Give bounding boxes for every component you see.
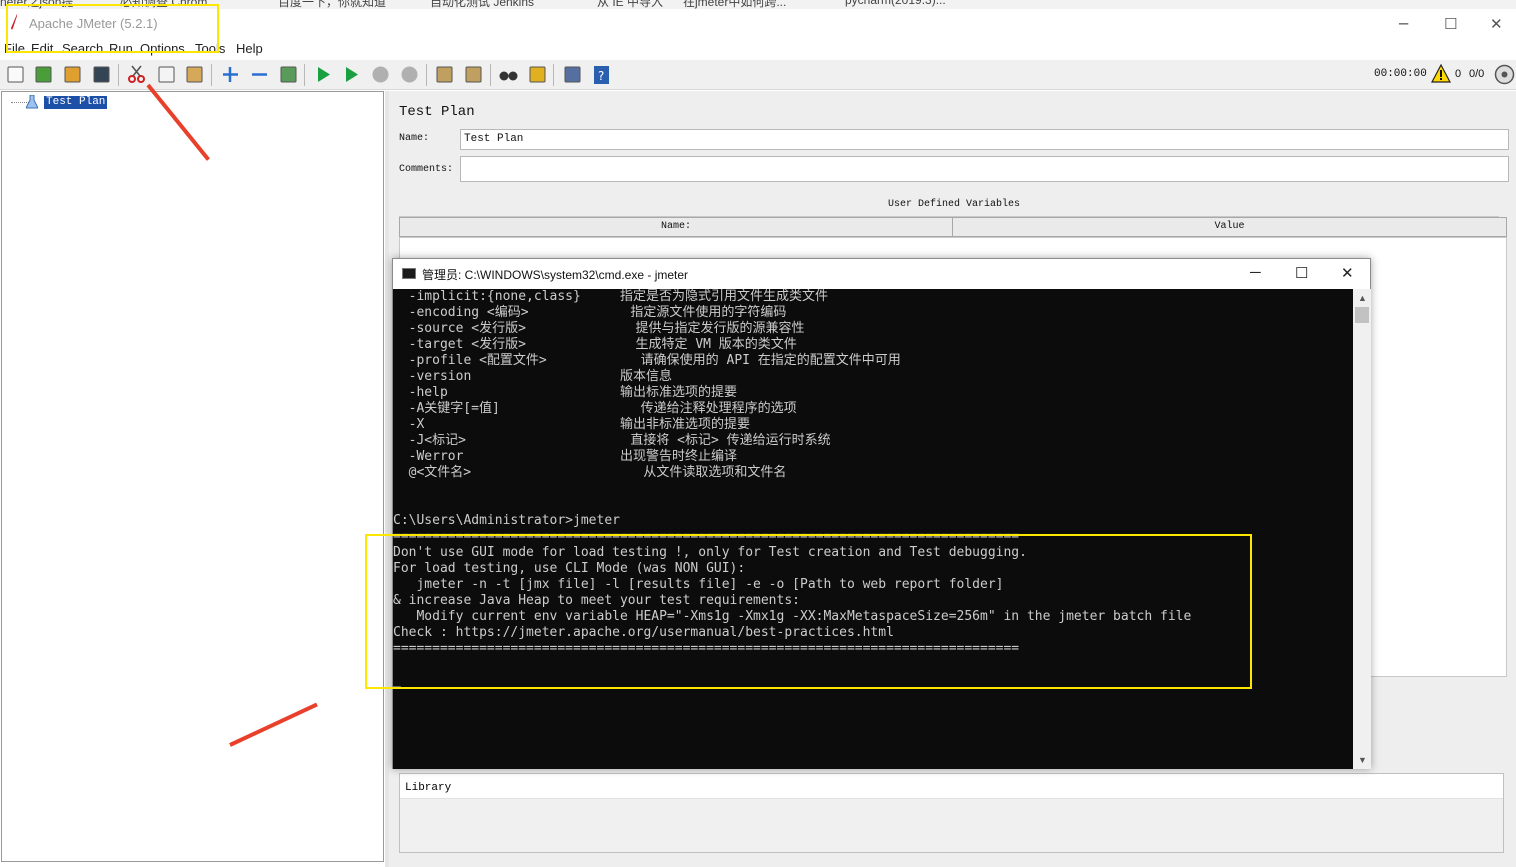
highlight-title <box>6 4 219 53</box>
open-icon[interactable] <box>62 64 83 85</box>
active-threads: 0/0 <box>1469 68 1485 80</box>
cmd-window[interactable]: 管理员: C:\WINDOWS\system32\cmd.exe - jmete… <box>392 258 1371 769</box>
warning-icon[interactable] <box>1431 64 1451 83</box>
console-line: -J<标记> 直接将 <标记> 传递给运行时系统 <box>393 433 831 448</box>
minimize-button[interactable]: ─ <box>1399 15 1408 33</box>
cmd-title: 管理员: C:\WINDOWS\system32\cmd.exe - jmete… <box>422 268 689 282</box>
udv-col-value[interactable]: Value <box>953 221 1506 232</box>
paste-icon[interactable] <box>184 64 205 85</box>
console-line: -source <发行版> 提供与指定发行版的源兼容性 <box>393 321 805 336</box>
copy-icon[interactable] <box>156 64 177 85</box>
console-line: -implicit:{none,class} 指定是否为隐式引用文件生成类文件 <box>393 289 828 304</box>
console-line: -version 版本信息 <box>393 369 672 384</box>
console-line: -target <发行版> 生成特定 VM 版本的类文件 <box>393 337 797 352</box>
reset-search-icon[interactable] <box>527 64 548 85</box>
templates-icon[interactable] <box>33 64 54 85</box>
console-line: -encoding <编码> 指定源文件使用的字符编码 <box>393 305 787 320</box>
warning-count: 0 <box>1455 68 1462 80</box>
name-field[interactable]: Test Plan <box>460 129 1509 150</box>
help-icon[interactable]: ? <box>591 64 612 85</box>
search-icon[interactable] <box>498 64 519 85</box>
console-line: -Werror 出现警告时终止编译 <box>393 449 737 464</box>
udv-col-name[interactable]: Name: <box>400 218 953 236</box>
start-no-pauses-icon[interactable] <box>341 64 362 85</box>
library-panel: Library <box>399 773 1504 853</box>
scroll-down-icon[interactable]: ▼ <box>1358 755 1367 765</box>
toolbar-separator <box>304 64 305 86</box>
maximize-button[interactable]: ☐ <box>1444 15 1457 33</box>
comments-field[interactable] <box>460 156 1509 182</box>
scroll-thumb[interactable] <box>1355 307 1369 323</box>
name-label: Name: <box>399 133 430 144</box>
cmd-close-button[interactable]: ✕ <box>1341 264 1354 282</box>
console-line: -help 输出标准选项的提要 <box>393 385 737 400</box>
bookmark-item[interactable]: 百度一下，你就知道 <box>278 0 386 9</box>
scroll-up-icon[interactable]: ▲ <box>1358 293 1367 303</box>
udv-table-header: Name: Value <box>399 217 1507 237</box>
close-button[interactable]: ✕ <box>1490 15 1503 33</box>
console-line: @<文件名> 从文件读取选项和文件名 <box>393 465 787 480</box>
toolbar: 00:00:00 0 0/0 ? <box>0 60 1516 90</box>
panel-heading: Test Plan <box>399 104 475 120</box>
function-helper-icon[interactable] <box>562 64 583 85</box>
toolbar-separator <box>426 64 427 86</box>
console-line: -profile <配置文件> 请确保使用的 API 在指定的配置文件中可用 <box>393 353 901 368</box>
clear-icon[interactable] <box>434 64 455 85</box>
tree-node-test-plan[interactable]: Test Plan <box>44 96 108 109</box>
expand-icon[interactable] <box>220 64 241 85</box>
console-scrollbar[interactable]: ▲ ▼ <box>1353 289 1371 769</box>
collapse-icon[interactable] <box>249 64 270 85</box>
clear-all-icon[interactable] <box>463 64 484 85</box>
stop-icon[interactable] <box>370 64 391 85</box>
new-icon[interactable] <box>5 64 26 85</box>
highlight-console-warning <box>365 534 1252 689</box>
elapsed-timer: 00:00:00 <box>1374 68 1427 80</box>
shutdown-icon[interactable] <box>399 64 420 85</box>
test-tree-panel: Test Plan <box>1 91 384 862</box>
toggle-icon[interactable] <box>278 64 299 85</box>
menu-help[interactable]: Help <box>236 41 263 56</box>
cmd-icon <box>402 268 416 279</box>
console-output[interactable]: -implicit:{none,class} 指定是否为隐式引用文件生成类文件 … <box>393 289 1353 769</box>
cmd-title-bar: 管理员: C:\WINDOWS\system32\cmd.exe - jmete… <box>393 259 1370 289</box>
start-icon[interactable] <box>313 64 334 85</box>
console-line: C:\Users\Administrator>jmeter <box>393 513 620 528</box>
toolbar-separator <box>211 64 212 86</box>
comments-label: Comments: <box>399 164 454 175</box>
test-plan-icon <box>26 95 38 109</box>
toolbar-separator <box>490 64 491 86</box>
title-bar: Apache JMeter (5.2.1) ─ ☐ ✕ <box>0 9 1516 38</box>
bookmark-item[interactable]: pycharm(2019.3)... <box>845 0 946 7</box>
bookmark-item[interactable]: 从 IE 中导入 <box>597 0 663 9</box>
menu-bar: File Edit Search Run Options Tools Help <box>0 38 1516 58</box>
console-line: -X 输出非标准选项的提要 <box>393 417 750 432</box>
cut-icon[interactable] <box>126 64 147 85</box>
cmd-maximize-button[interactable]: ☐ <box>1295 264 1308 282</box>
toolbar-separator <box>118 64 119 86</box>
console-line: -A关键字[=值] 传递给注释处理程序的选项 <box>393 401 797 416</box>
save-icon[interactable] <box>91 64 112 85</box>
svg-text:?: ? <box>598 69 604 83</box>
bookmark-item[interactable]: 自动化测试 Jenkins <box>430 0 534 9</box>
remote-icon[interactable] <box>1494 64 1515 85</box>
udv-title: User Defined Variables <box>888 199 1021 210</box>
cmd-minimize-button[interactable]: ─ <box>1250 264 1261 281</box>
library-label: Library <box>400 774 1503 799</box>
bookmark-item[interactable]: 在jmeter中如何跨... <box>683 0 786 9</box>
bookmarks-bar: neter之json提... 必知调查 Chrom... 百度一下，你就知道 自动化测… <box>0 0 1516 9</box>
toolbar-separator <box>553 64 554 86</box>
